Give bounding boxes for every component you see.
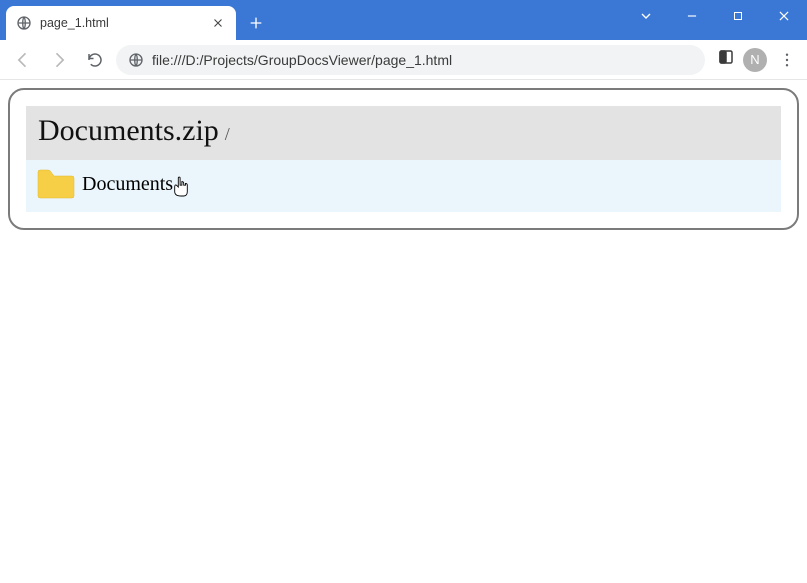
- toolbar-right: N: [711, 48, 799, 72]
- address-text: file:///D:/Projects/GroupDocsViewer/page…: [152, 52, 693, 68]
- breadcrumb-root[interactable]: Documents.zip: [38, 114, 219, 148]
- window-controls: [623, 0, 807, 32]
- globe-icon: [128, 52, 144, 68]
- browser-toolbar: file:///D:/Projects/GroupDocsViewer/page…: [0, 40, 807, 80]
- pointer-cursor-icon: [172, 176, 192, 200]
- folder-item[interactable]: Documents: [26, 160, 781, 212]
- folder-name: Documents: [82, 173, 173, 196]
- menu-button[interactable]: [775, 48, 799, 72]
- page-content: Documents.zip / Documents: [0, 80, 807, 238]
- browser-titlebar: page_1.html: [0, 0, 807, 40]
- breadcrumb-separator: /: [225, 124, 230, 145]
- close-window-button[interactable]: [761, 0, 807, 32]
- archive-viewer-panel: Documents.zip / Documents: [8, 88, 799, 230]
- tab-title: page_1.html: [40, 16, 202, 30]
- minimize-button[interactable]: [669, 0, 715, 32]
- folder-icon: [36, 168, 76, 200]
- side-panel-icon[interactable]: [717, 48, 735, 71]
- maximize-button[interactable]: [715, 0, 761, 32]
- browser-tab[interactable]: page_1.html: [6, 6, 236, 40]
- globe-icon: [16, 15, 32, 31]
- reload-button[interactable]: [80, 45, 110, 75]
- forward-button[interactable]: [44, 45, 74, 75]
- tab-search-button[interactable]: [623, 0, 669, 32]
- back-button[interactable]: [8, 45, 38, 75]
- new-tab-button[interactable]: [242, 9, 270, 37]
- address-bar[interactable]: file:///D:/Projects/GroupDocsViewer/page…: [116, 45, 705, 75]
- profile-avatar[interactable]: N: [743, 48, 767, 72]
- breadcrumb: Documents.zip /: [26, 106, 781, 160]
- close-tab-button[interactable]: [210, 15, 226, 31]
